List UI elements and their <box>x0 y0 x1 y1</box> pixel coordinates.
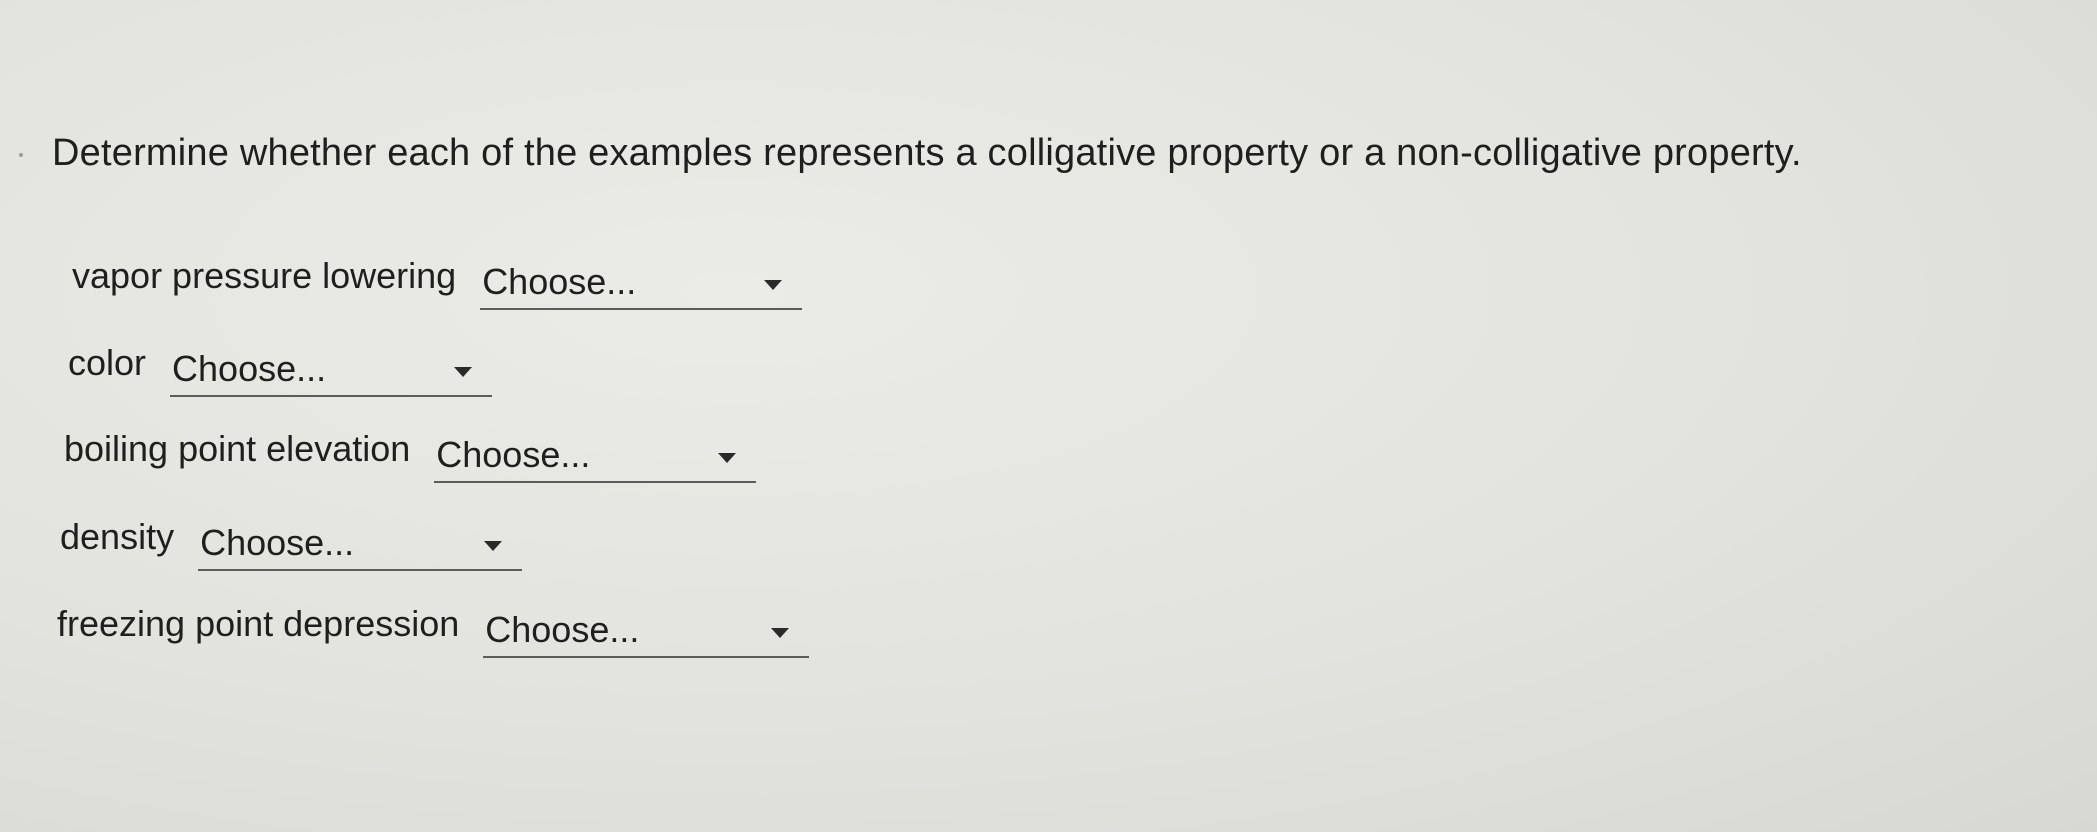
chevron-down-icon <box>718 453 737 463</box>
dropdown-value: Choose... <box>200 522 355 563</box>
item-label: color <box>68 342 147 383</box>
choose-dropdown[interactable]: Choose... <box>170 347 493 397</box>
item-row-boiling-point: boiling point elevation Choose... <box>64 427 757 483</box>
chevron-down-icon <box>454 367 473 377</box>
chevron-down-icon <box>484 541 503 551</box>
bullet-dot <box>19 153 23 157</box>
item-label: vapor pressure lowering <box>72 255 457 296</box>
item-label: density <box>60 516 175 557</box>
item-row-density: density Choose... <box>60 515 523 571</box>
choose-dropdown[interactable]: Choose... <box>434 433 757 483</box>
chevron-down-icon <box>771 628 790 638</box>
item-row-vapor-pressure: vapor pressure lowering Choose... <box>72 254 803 310</box>
item-row-freezing-point: freezing point depression Choose... <box>57 602 810 658</box>
choose-dropdown[interactable]: Choose... <box>480 260 803 310</box>
dropdown-value: Choose... <box>482 261 637 302</box>
item-label: boiling point elevation <box>64 428 411 469</box>
choose-dropdown[interactable]: Choose... <box>483 608 810 658</box>
item-row-color: color Choose... <box>68 341 493 397</box>
dropdown-value: Choose... <box>436 434 591 475</box>
chevron-down-icon <box>764 280 783 290</box>
item-label: freezing point depression <box>57 603 460 644</box>
question-text: Determine whether each of the examples r… <box>52 132 1802 174</box>
dropdown-value: Choose... <box>485 609 640 650</box>
dropdown-value: Choose... <box>172 348 327 389</box>
choose-dropdown[interactable]: Choose... <box>198 521 523 571</box>
